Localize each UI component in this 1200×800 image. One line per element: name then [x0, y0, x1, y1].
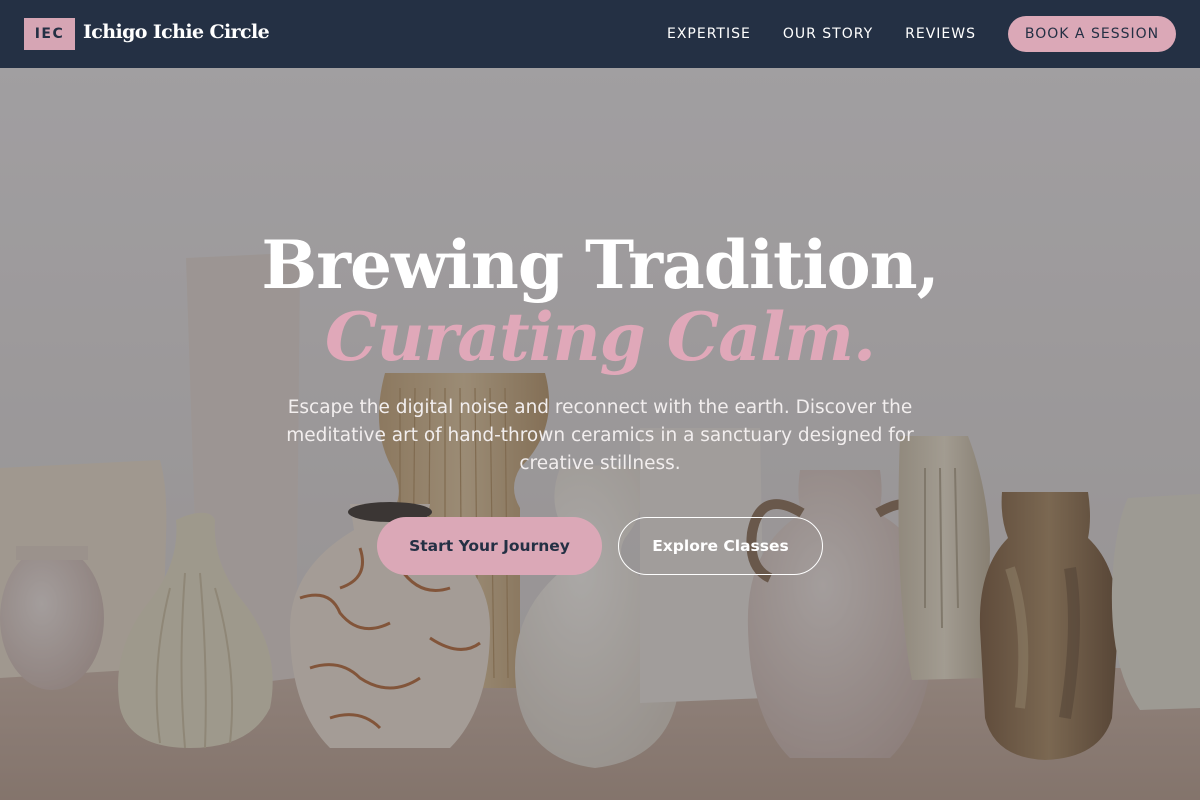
nav-link-expertise[interactable]: EXPERTISE: [667, 26, 751, 42]
hero-headline-line2: Curating Calm.: [325, 298, 876, 376]
top-navbar: IEC Ichigo Ichie Circle EXPERTISE OUR ST…: [0, 0, 1200, 68]
hero-headline-line1: Brewing Tradition,: [261, 226, 939, 304]
hero-subtext: Escape the digital noise and reconnect w…: [286, 397, 914, 474]
hero-section: Brewing Tradition, Curating Calm. Escape…: [0, 68, 1200, 800]
nav-link-reviews[interactable]: REVIEWS: [905, 26, 976, 42]
logo-badge[interactable]: IEC: [24, 18, 75, 50]
brand-name[interactable]: Ichigo Ichie Circle: [83, 21, 270, 43]
nav-links: EXPERTISE OUR STORY REVIEWS: [667, 0, 976, 68]
nav-link-our-story[interactable]: OUR STORY: [783, 26, 873, 42]
explore-classes-button[interactable]: Explore Classes: [618, 517, 823, 575]
hero-content: Brewing Tradition, Curating Calm. Escape…: [0, 68, 1200, 800]
book-session-button[interactable]: BOOK A SESSION: [1008, 16, 1176, 52]
start-journey-button[interactable]: Start Your Journey: [377, 517, 602, 575]
